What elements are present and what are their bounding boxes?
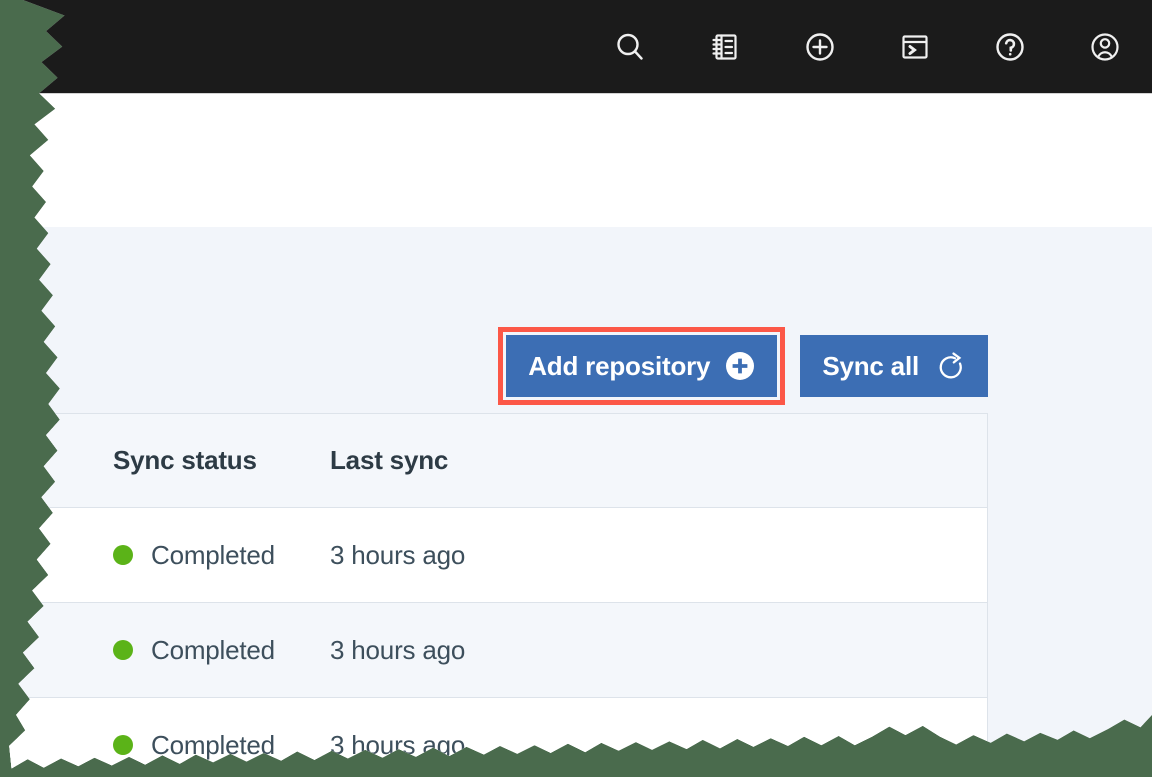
table-cell-sync-status: Completed (9, 540, 330, 571)
account-avatar-icon[interactable] (1057, 0, 1152, 94)
status-dot-icon (113, 640, 133, 660)
add-repository-button-label: Add repository (528, 350, 711, 381)
table-row[interactable]: Completed 3 hours ago (9, 698, 987, 769)
table-header-row: Sync status Last sync (9, 414, 987, 508)
table-header-cell-sync-status: Sync status (113, 445, 257, 475)
page-content-area: Add repository Sync all Sync status Last… (9, 227, 1152, 769)
table-cell-last-sync: 3 hours ago (330, 539, 466, 570)
table-cell-last-sync: 3 hours ago (330, 634, 466, 665)
screenshot-canvas: Add repository Sync all Sync status Last… (9, 0, 1152, 769)
table-row[interactable]: Completed 3 hours ago (9, 603, 987, 698)
plus-circle-icon[interactable] (772, 0, 867, 94)
sync-all-button-label: Sync all (822, 350, 919, 381)
table-cell-last-sync: 3 hours ago (330, 729, 466, 760)
status-dot-icon (113, 545, 133, 565)
table-cell-sync-status: Completed (9, 730, 330, 761)
table-cell-sync-status: Completed (9, 635, 330, 666)
top-navigation-icon-group (582, 0, 1152, 94)
add-repository-highlight-annotation: Add repository (498, 327, 786, 405)
add-repository-button[interactable]: Add repository (506, 335, 778, 397)
sync-refresh-icon (939, 352, 962, 379)
status-dot-icon (113, 735, 133, 755)
repositories-table: Sync status Last sync Completed 3 hours … (9, 413, 988, 769)
notebook-icon[interactable] (677, 0, 772, 94)
search-icon[interactable] (582, 0, 677, 94)
table-row[interactable]: Completed 3 hours ago (9, 508, 987, 603)
table-header-cell-last-sync: Last sync (330, 445, 449, 475)
sync-all-button[interactable]: Sync all (800, 335, 988, 397)
plus-circle-filled-icon (726, 352, 755, 380)
action-button-row: Add repository Sync all (9, 327, 988, 405)
terminal-icon[interactable] (867, 0, 962, 94)
help-circle-icon[interactable] (962, 0, 1057, 94)
page-subheader-band (9, 94, 1152, 227)
top-navigation-bar (9, 0, 1152, 94)
